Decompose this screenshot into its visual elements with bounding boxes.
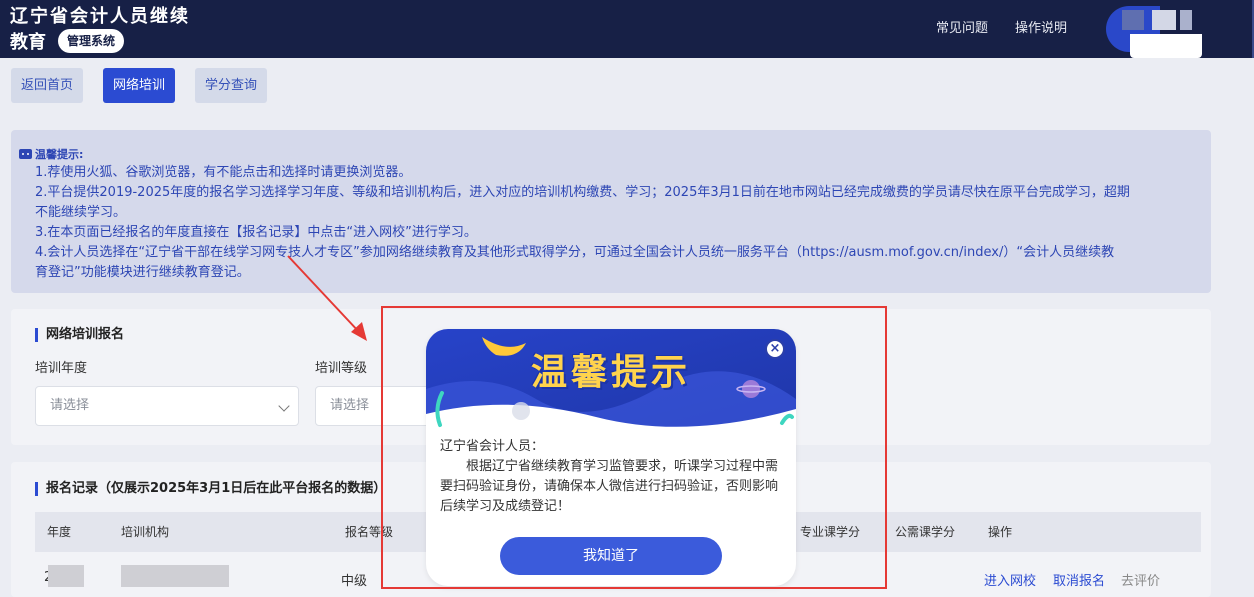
cancel-registration-link[interactable]: 取消报名: [1053, 570, 1105, 589]
tip-line-3: 3.在本页面已经报名的年度直接在【报名记录】中点击“进入网校”进行学习。: [35, 225, 477, 240]
nav-manual[interactable]: 操作说明: [1015, 17, 1067, 36]
modal-title: 温馨提示: [530, 351, 691, 393]
chat-icon: [19, 149, 32, 159]
modal-text: 根据辽宁省继续教育学习监管要求，听课学习过程中需要扫码验证身份，请确保本人微信进…: [440, 459, 779, 514]
tip-line-4: 4.会计人员选择在“辽宁省干部在线学习网专技人才专区”参加网络继续教育及其他形式…: [35, 245, 1115, 260]
col-institution: 培训机构: [121, 525, 170, 539]
tab-credit-query[interactable]: 学分查询: [195, 68, 268, 103]
nav-faq[interactable]: 常见问题: [936, 17, 988, 36]
tip-line-4b: 育登记”功能模块进行继续教育登记。: [35, 265, 250, 280]
year-select[interactable]: 请选择: [35, 386, 299, 426]
blurred-institution: [121, 565, 229, 587]
notice-modal: 温馨提示 × 辽宁省会计人员： 根据辽宁省继续教育学习监管要求，听课学习过程中需…: [426, 329, 796, 586]
tips-panel: 温馨提示: 1.荐使用火狐、谷歌浏览器，有不能点击和选择时请更换浏览器。 2.平…: [11, 130, 1211, 293]
enter-school-link[interactable]: 进入网校: [984, 570, 1036, 589]
year-label: 培训年度: [35, 361, 88, 376]
app-title-line1: 辽宁省会计人员继续: [10, 6, 190, 27]
records-title: 报名记录（仅展示2025年3月1日后在此平台报名的数据）: [35, 482, 386, 496]
tab-online-training[interactable]: 网络培训: [103, 68, 176, 103]
modal-message: 辽宁省会计人员： 根据辽宁省继续教育学习监管要求，听课学习过程中需要扫码验证身份…: [440, 437, 786, 517]
evaluate-link[interactable]: 去评价: [1121, 570, 1160, 589]
close-icon[interactable]: ×: [765, 339, 785, 359]
tip-line-2b: 不能继续学习。: [35, 205, 127, 220]
system-badge: 管理系统: [58, 29, 125, 53]
col-year: 年度: [47, 525, 72, 539]
blurred-year: [48, 565, 84, 587]
user-avatar[interactable]: [1106, 6, 1206, 58]
col-level: 报名等级: [345, 525, 394, 539]
app-title-line2: 教育: [10, 32, 46, 53]
modal-greeting: 辽宁省会计人员：: [440, 439, 545, 454]
tab-home[interactable]: 返回首页: [11, 68, 84, 103]
top-header: 辽宁省会计人员继续 教育 管理系统 常见问题 操作说明: [0, 0, 1254, 58]
col-major-credit: 专业课学分: [800, 525, 861, 539]
tips-title: 温馨提示:: [19, 146, 83, 162]
row-level: 中级: [341, 574, 368, 589]
level-label: 培训等级: [315, 361, 368, 376]
chevron-down-icon: [278, 400, 290, 412]
tip-line-1: 1.荐使用火狐、谷歌浏览器，有不能点击和选择时请更换浏览器。: [35, 165, 412, 180]
tip-line-2: 2.平台提供2019-2025年度的报名学习选择学习年度、等级和培训机构后，进入…: [35, 185, 1130, 200]
registration-title: 网络培训报名: [35, 328, 124, 342]
col-actions: 操作: [988, 525, 1013, 539]
confirm-button[interactable]: 我知道了: [500, 537, 722, 575]
col-public-credit: 公需课学分: [895, 525, 956, 539]
